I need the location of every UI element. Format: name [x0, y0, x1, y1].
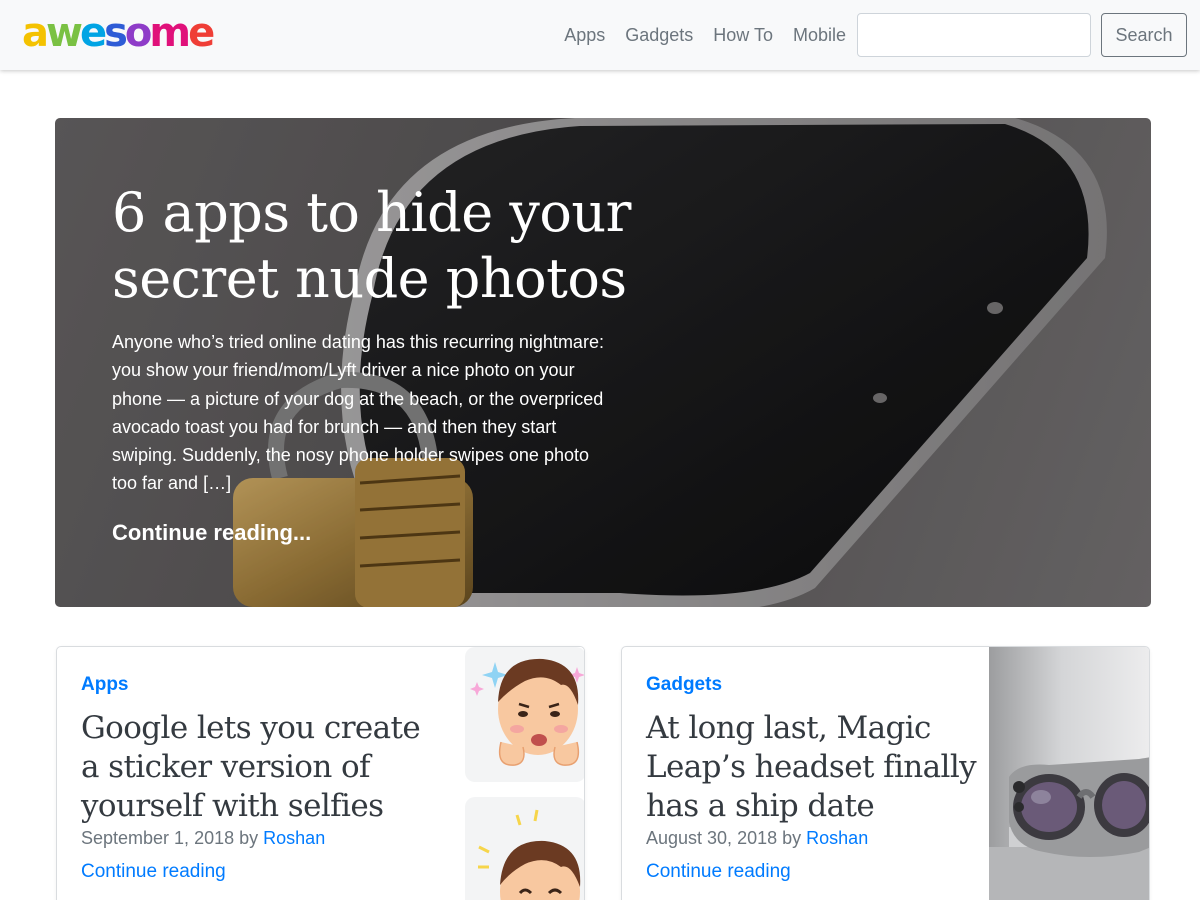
sticker-thumbnail: [465, 797, 584, 900]
nav-links: Apps Gadgets How To Mobile: [564, 23, 846, 47]
cartoon-sticker-image: [465, 647, 584, 900]
card-by: by: [782, 828, 802, 848]
hero-featured-post[interactable]: 6 apps to hide your secret nude photos A…: [55, 118, 1151, 607]
hero-title[interactable]: 6 apps to hide your secret nude photos: [112, 180, 632, 312]
logo-letter: o: [124, 10, 153, 56]
logo-letter: e: [79, 10, 107, 56]
card-category-link[interactable]: Apps: [81, 674, 129, 696]
navbar: awesome Apps Gadgets How To Mobile Searc…: [0, 0, 1200, 70]
post-card-gadgets: Gadgets At long last, Magic Leap’s heads…: [621, 646, 1150, 900]
logo-letter: w: [46, 10, 83, 56]
logo-letter: m: [149, 10, 191, 56]
card-date: August 30, 2018: [646, 828, 778, 848]
nav-link-how-to[interactable]: How To: [713, 23, 773, 47]
ar-headset-image: [989, 647, 1149, 900]
hero-continue-reading-link[interactable]: Continue reading...: [112, 520, 311, 546]
sticker-thumbnail: [465, 647, 584, 782]
card-title[interactable]: At long last, Magic Leap’s headset final…: [646, 709, 986, 826]
logo-letter: e: [188, 10, 215, 56]
card-title[interactable]: Google lets you create a sticker version…: [81, 709, 421, 826]
hero-excerpt: Anyone who’s tried online dating has thi…: [112, 332, 604, 494]
card-category-link[interactable]: Gadgets: [646, 674, 722, 696]
card-author-link[interactable]: Roshan: [263, 828, 325, 848]
card-continue-reading-link[interactable]: Continue reading: [81, 861, 226, 883]
card-date: September 1, 2018: [81, 828, 235, 848]
card-by: by: [239, 828, 259, 848]
card-meta: August 30, 2018 by Roshan: [646, 828, 868, 849]
site-logo[interactable]: awesome: [22, 10, 215, 56]
card-meta: September 1, 2018 by Roshan: [81, 828, 325, 849]
nav-link-gadgets[interactable]: Gadgets: [625, 23, 693, 47]
nav-link-mobile[interactable]: Mobile: [793, 23, 846, 47]
logo-letter: a: [22, 10, 49, 56]
card-author-link[interactable]: Roshan: [806, 828, 868, 848]
post-card-apps: Apps Google lets you create a sticker ve…: [56, 646, 585, 900]
logo-letter: s: [104, 10, 128, 56]
nav-link-apps[interactable]: Apps: [564, 23, 605, 47]
search-button[interactable]: Search: [1101, 13, 1187, 57]
search-input[interactable]: [857, 13, 1091, 57]
card-continue-reading-link[interactable]: Continue reading: [646, 861, 791, 883]
